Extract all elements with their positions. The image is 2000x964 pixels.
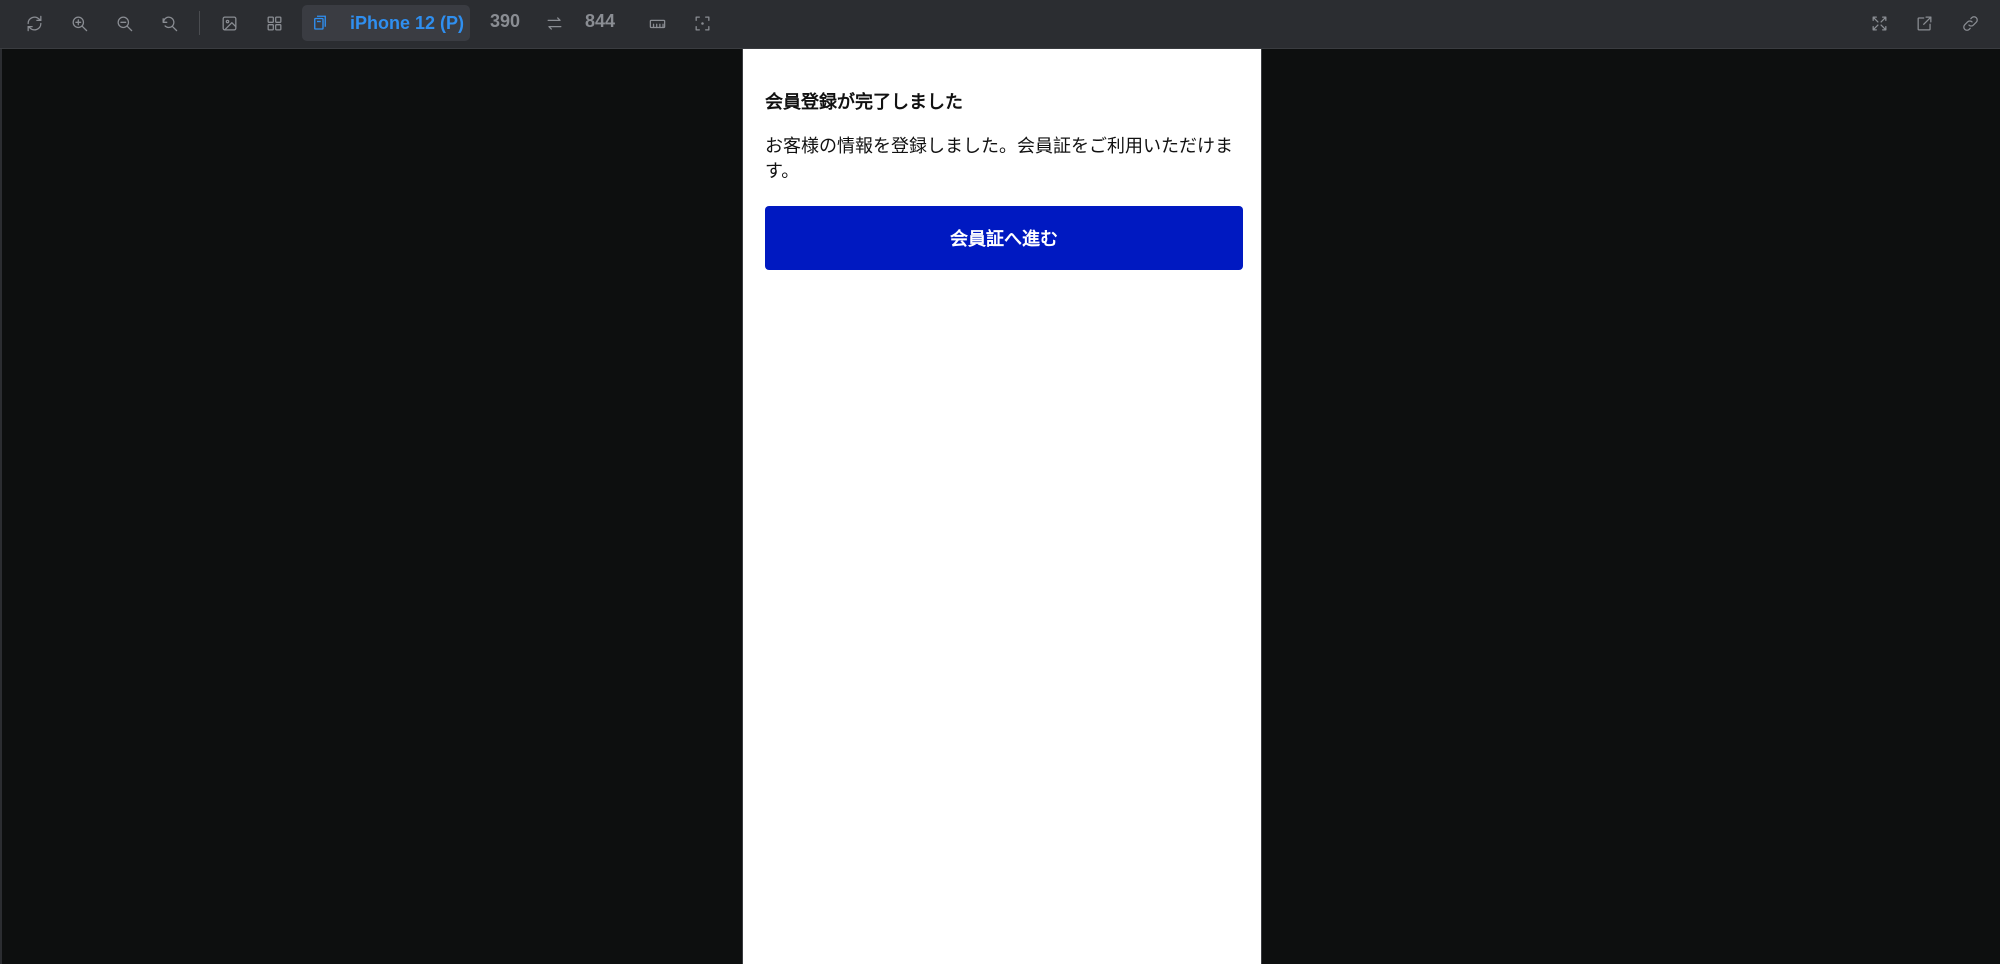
zoom-out-icon bbox=[117, 16, 132, 31]
rotate-icon bbox=[27, 15, 41, 31]
viewport-width[interactable]: 390 bbox=[490, 11, 520, 32]
crop-frame-button[interactable] bbox=[687, 10, 717, 36]
grid-icon bbox=[267, 16, 281, 30]
reset-zoom-button[interactable] bbox=[154, 10, 184, 36]
copy-link-icon bbox=[1962, 15, 1978, 31]
device-viewport: 会員登録が完了しました お客様の情報を登録しました。会員証をご利用いただけます。… bbox=[742, 49, 1262, 964]
rotate-button[interactable] bbox=[19, 10, 49, 36]
fullscreen-icon bbox=[1872, 16, 1886, 30]
zoom-out-button[interactable] bbox=[109, 10, 139, 36]
page-message: お客様の情報を登録しました。会員証をご利用いただけます。 bbox=[765, 136, 1233, 182]
registration-complete-page: 会員登録が完了しました お客様の情報を登録しました。会員証をご利用いただけます。… bbox=[765, 89, 1243, 270]
ruler-button[interactable] bbox=[642, 10, 672, 36]
image-icon bbox=[222, 16, 236, 30]
device-frame-icon bbox=[302, 5, 338, 41]
device-selector[interactable]: iPhone 12 (P) bbox=[302, 5, 470, 41]
swap-dimensions-icon bbox=[547, 16, 561, 30]
copy-link-button[interactable] bbox=[1955, 10, 1985, 36]
viewport-height[interactable]: 844 bbox=[585, 11, 615, 32]
page-title: 会員登録が完了しました bbox=[765, 92, 963, 113]
proceed-to-membership-card-button[interactable]: 会員証へ進む bbox=[765, 206, 1243, 270]
preview-toolbar: iPhone 12 (P) 390 844 bbox=[0, 0, 2000, 49]
grid-view-button[interactable] bbox=[259, 10, 289, 36]
zoom-in-icon bbox=[72, 16, 87, 31]
open-external-icon bbox=[1917, 16, 1931, 30]
ruler-icon bbox=[649, 19, 665, 28]
fullscreen-button[interactable] bbox=[1864, 10, 1894, 36]
open-external-button[interactable] bbox=[1909, 10, 1939, 36]
device-label: iPhone 12 (P) bbox=[350, 12, 465, 33]
toolbar-divider bbox=[199, 11, 200, 35]
viewport-edge bbox=[0, 49, 2, 964]
reset-zoom-icon bbox=[162, 16, 177, 31]
crop-frame-icon bbox=[695, 16, 709, 30]
screenshot-button[interactable] bbox=[214, 10, 244, 36]
swap-dimensions-button[interactable] bbox=[539, 10, 569, 36]
zoom-in-button[interactable] bbox=[64, 10, 94, 36]
